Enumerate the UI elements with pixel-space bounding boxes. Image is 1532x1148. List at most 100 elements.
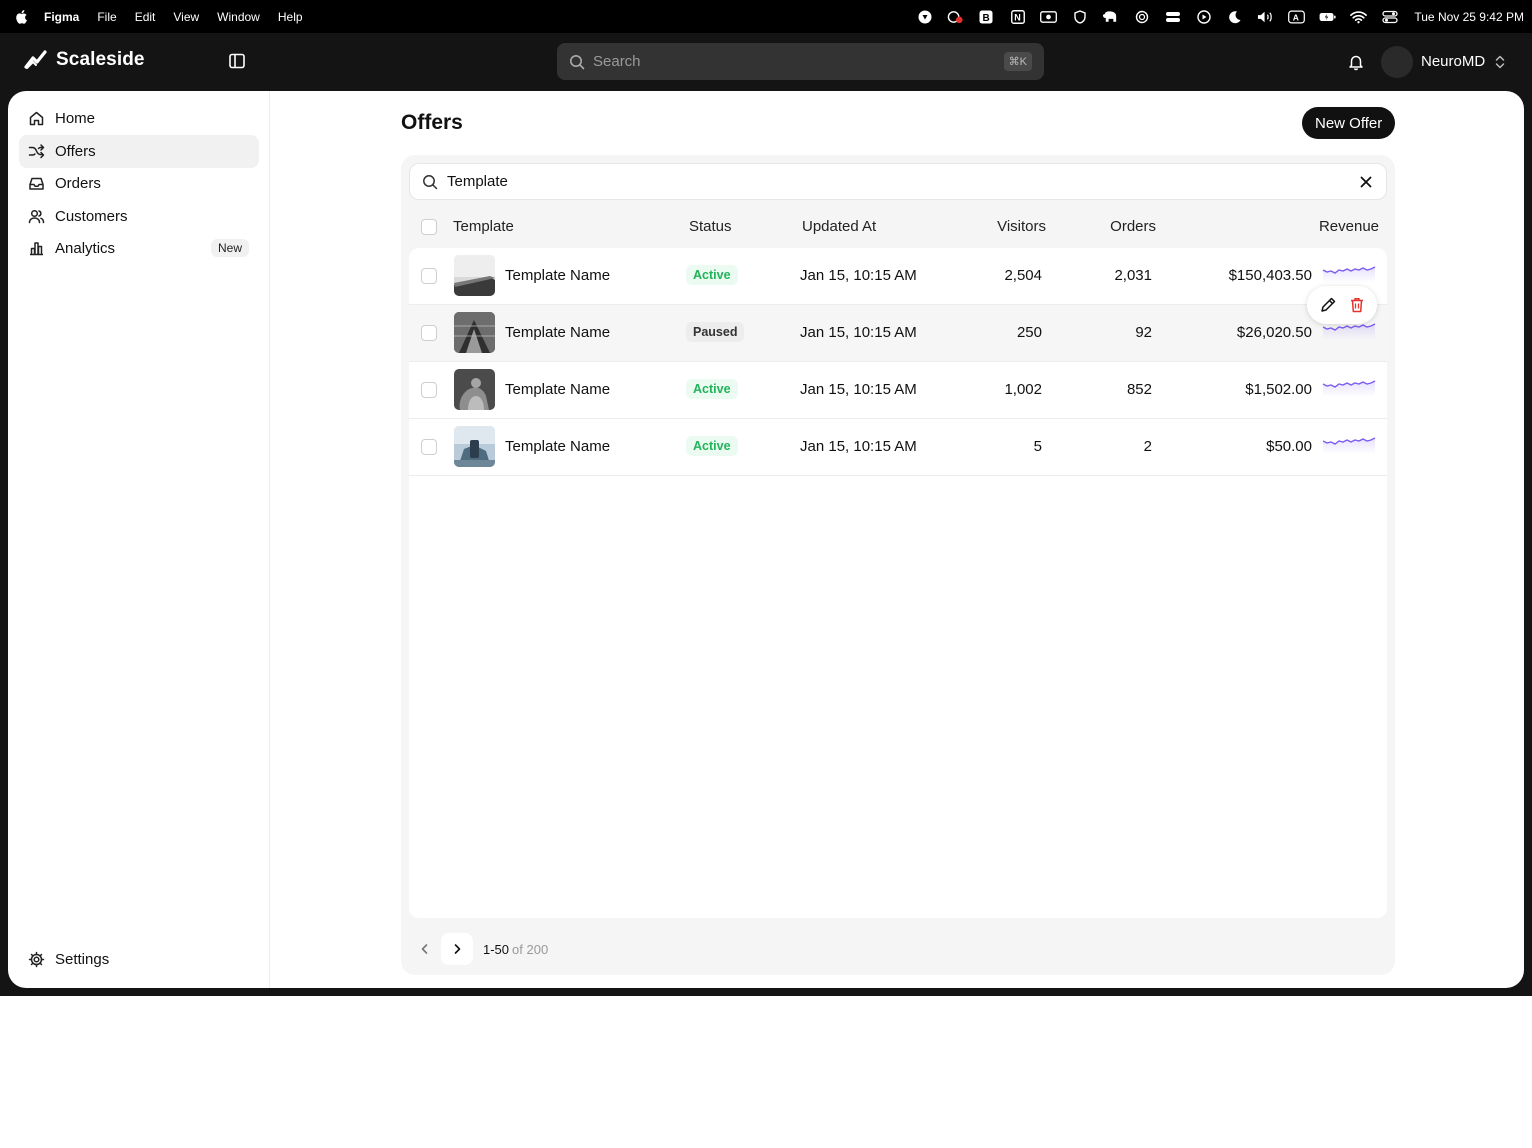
revenue-value: $150,403.50 [1228, 267, 1312, 284]
row-checkbox[interactable] [421, 268, 437, 284]
next-page-button[interactable] [441, 933, 473, 965]
offers-table-panel: Template Status Updated At Visitors Orde… [401, 155, 1395, 975]
elephant-icon[interactable] [1102, 10, 1119, 24]
template-thumbnail [454, 426, 495, 467]
status-badge: Paused [686, 322, 745, 342]
sidebar-item-label: Settings [55, 951, 110, 968]
updated-at: Jan 15, 10:15 AM [800, 324, 917, 341]
account-name[interactable]: NeuroMD [1421, 53, 1485, 70]
apple-logo-icon[interactable] [14, 9, 28, 24]
menu-view[interactable]: View [173, 10, 199, 24]
visitors-count: 5 [1033, 438, 1042, 455]
moon-icon[interactable] [1226, 10, 1243, 24]
table-filter-input[interactable] [447, 173, 1327, 190]
column-header-status[interactable]: Status [689, 218, 732, 235]
table-row[interactable]: Template Name Active Jan 15, 10:15 AM 1,… [409, 362, 1387, 419]
table-body: Template Name Active Jan 15, 10:15 AM 2,… [409, 248, 1387, 918]
table-row[interactable]: Template Name Active Jan 15, 10:15 AM 5 … [409, 419, 1387, 476]
orders-count: 2 [1143, 438, 1152, 455]
search-shortcut-hint: ⌘K [1003, 52, 1032, 71]
notion-icon[interactable]: N [1009, 9, 1026, 24]
camera-recording-icon[interactable] [947, 10, 964, 24]
dollar-box-icon[interactable] [1040, 10, 1058, 24]
sidebar-toggle-icon[interactable] [228, 52, 246, 70]
record-icon[interactable] [916, 10, 933, 24]
pagination-range: 1-50 [483, 941, 510, 957]
visitors-count: 2,504 [1004, 267, 1042, 284]
shuffle-icon [28, 143, 45, 160]
table-filter[interactable] [409, 163, 1387, 200]
column-header-template[interactable]: Template [453, 218, 514, 235]
menu-file[interactable]: File [97, 10, 116, 24]
menu-window[interactable]: Window [217, 10, 260, 24]
control-center-icon[interactable] [1381, 10, 1398, 24]
sidebar-item-label: Offers [55, 143, 96, 160]
template-name[interactable]: Template Name [505, 267, 610, 284]
new-offer-button[interactable]: New Offer [1302, 107, 1396, 139]
users-icon [28, 208, 45, 225]
shield-icon[interactable] [1071, 9, 1088, 24]
template-name[interactable]: Template Name [505, 438, 610, 455]
bold-b-icon[interactable]: B [978, 10, 995, 24]
inbox-icon [28, 175, 45, 192]
revenue-value: $1,502.00 [1245, 381, 1312, 398]
menubar-clock[interactable]: Tue Nov 25 9:42 PM [1414, 10, 1524, 24]
row-checkbox[interactable] [421, 439, 437, 455]
global-search[interactable]: ⌘K [557, 43, 1044, 80]
sidebar-item-customers[interactable]: Customers [19, 200, 259, 233]
sidebar-item-label: Orders [55, 175, 101, 192]
orders-count: 2,031 [1114, 267, 1152, 284]
template-name[interactable]: Template Name [505, 381, 610, 398]
row-checkbox[interactable] [421, 382, 437, 398]
menu-edit[interactable]: Edit [135, 10, 156, 24]
new-badge: New [210, 239, 249, 257]
avatar[interactable] [1381, 46, 1413, 78]
brand[interactable]: Scaleside [24, 49, 145, 71]
table-row[interactable]: Template Name Active Jan 15, 10:15 AM 2,… [409, 248, 1387, 305]
stack-icon[interactable] [1164, 10, 1181, 24]
status-badge: Active [686, 265, 738, 285]
template-thumbnail [454, 255, 495, 296]
sidebar-item-orders[interactable]: Orders [19, 167, 259, 200]
previous-page-button[interactable] [409, 933, 441, 965]
input-source-icon[interactable]: A [1288, 9, 1306, 24]
global-search-input[interactable] [593, 53, 973, 70]
status-badge: Active [686, 379, 738, 399]
sidebar-item-analytics[interactable]: Analytics New [19, 232, 259, 265]
column-header-revenue[interactable]: Revenue [1319, 218, 1379, 235]
close-icon[interactable] [1358, 174, 1374, 190]
brand-name: Scaleside [56, 49, 145, 70]
revenue-sparkline [1322, 380, 1376, 397]
search-icon [423, 174, 438, 189]
sidebar-item-home[interactable]: Home [19, 102, 259, 135]
bell-icon[interactable] [1347, 53, 1365, 71]
battery-icon[interactable] [1319, 10, 1336, 24]
play-circle-icon[interactable] [1195, 9, 1212, 24]
revenue-value: $26,020.50 [1236, 324, 1312, 341]
revenue-value: $50.00 [1266, 438, 1312, 455]
gear-icon [28, 951, 45, 968]
column-header-orders[interactable]: Orders [1110, 218, 1156, 235]
chevron-right-icon [454, 944, 461, 954]
volume-icon[interactable] [1257, 10, 1274, 24]
template-thumbnail [454, 369, 495, 410]
status-badge: Active [686, 436, 738, 456]
edit-pencil-icon[interactable] [1319, 296, 1337, 314]
template-name[interactable]: Template Name [505, 324, 610, 341]
row-checkbox[interactable] [421, 325, 437, 341]
column-header-visitors[interactable]: Visitors [997, 218, 1046, 235]
orders-count: 92 [1135, 324, 1152, 341]
select-all-checkbox[interactable] [421, 219, 437, 235]
table-row[interactable]: Template Name Paused Jan 15, 10:15 AM 25… [409, 305, 1387, 362]
chevron-up-down-icon[interactable] [1493, 53, 1507, 71]
updated-at: Jan 15, 10:15 AM [800, 438, 917, 455]
openai-icon[interactable] [1133, 10, 1150, 24]
visitors-count: 1,002 [1004, 381, 1042, 398]
sidebar-item-offers[interactable]: Offers [19, 135, 259, 168]
trash-icon[interactable] [1348, 296, 1366, 314]
wifi-icon[interactable] [1350, 10, 1368, 24]
column-header-updated-at[interactable]: Updated At [802, 218, 876, 235]
menu-app-figma[interactable]: Figma [44, 10, 79, 24]
sidebar-item-settings[interactable]: Settings [19, 943, 259, 976]
menu-help[interactable]: Help [278, 10, 303, 24]
